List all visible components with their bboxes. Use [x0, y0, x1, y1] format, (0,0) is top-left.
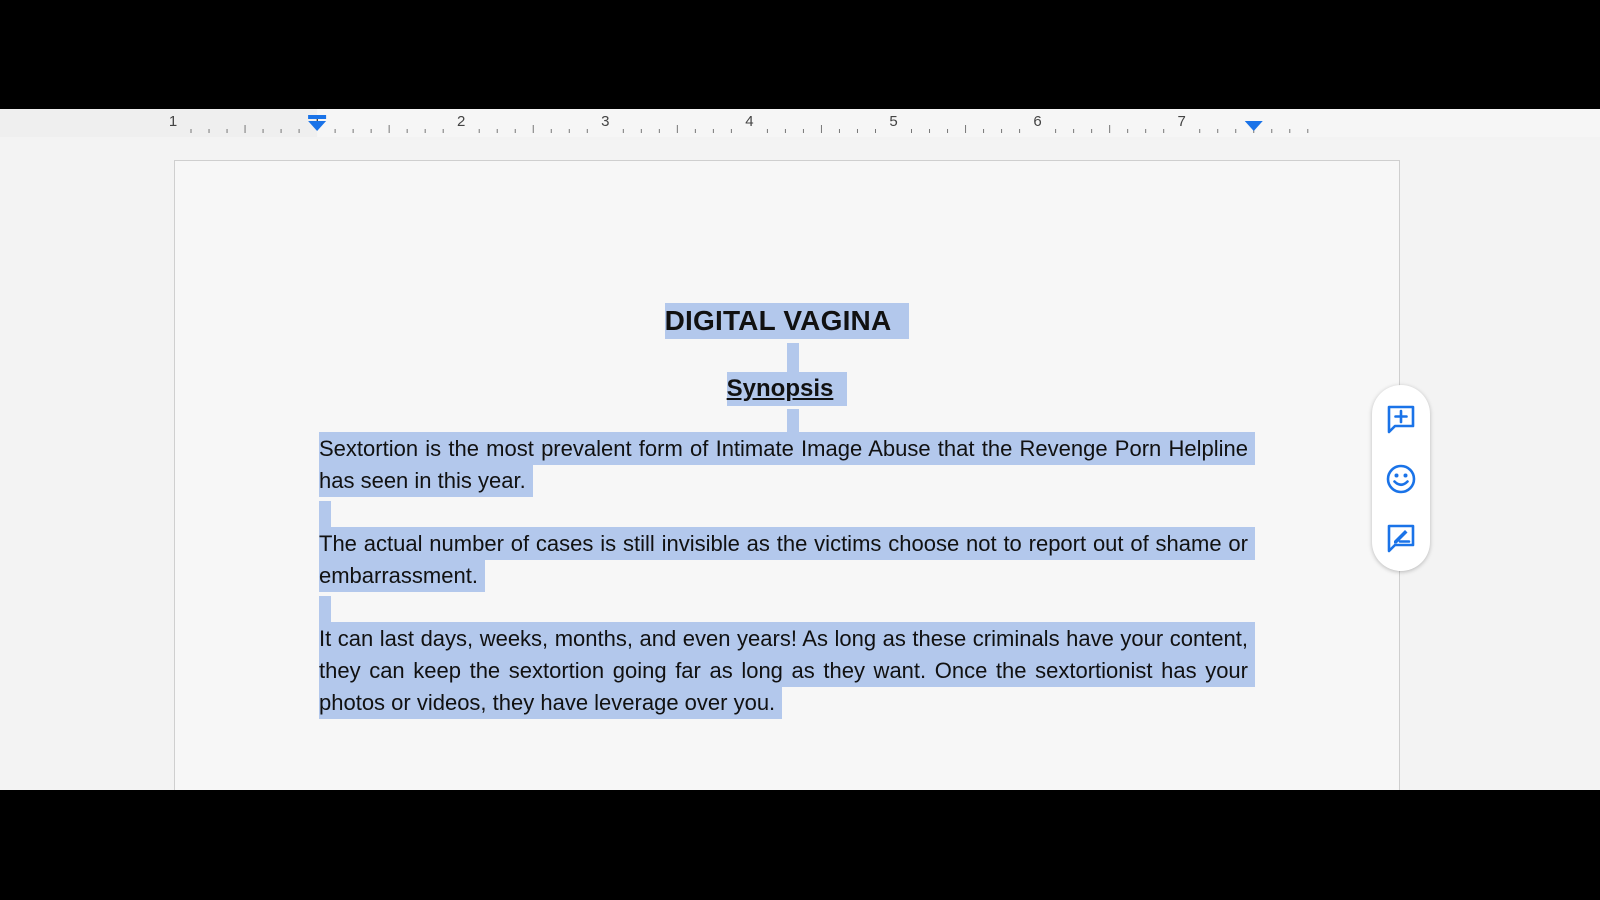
paragraph-3-text: It can last days, weeks, months, and eve… [319, 622, 1255, 719]
floating-action-toolbar [1372, 385, 1430, 571]
ruler-number: 2 [457, 113, 465, 130]
suggest-edit-icon [1387, 524, 1415, 553]
ruler-left-margin [0, 109, 318, 137]
emoji-reaction-icon [1386, 464, 1416, 494]
ruler-number: 7 [1178, 113, 1186, 130]
selection-connector [787, 343, 799, 375]
ruler-number: 3 [601, 113, 609, 130]
emoji-reaction-button[interactable] [1384, 462, 1418, 496]
document-title-text: DIGITAL VAGINA [664, 303, 910, 339]
paragraph-1[interactable]: Sextortion is the most prevalent form of… [319, 432, 1255, 497]
paragraph-3[interactable]: It can last days, weeks, months, and eve… [319, 622, 1255, 719]
right-indent-marker [1244, 121, 1263, 131]
ruler-number: 5 [889, 113, 897, 130]
horizontal-ruler[interactable]: 11234567 [0, 109, 1600, 138]
suggest-edit-button[interactable] [1384, 521, 1418, 555]
document-page[interactable]: DIGITAL VAGINA Synopsis Sextortion is th… [174, 160, 1400, 790]
document-subtitle-text: Synopsis [726, 372, 848, 406]
document-canvas[interactable]: DIGITAL VAGINA Synopsis Sextortion is th… [0, 137, 1600, 790]
document-subtitle[interactable]: Synopsis [175, 372, 1399, 406]
paragraph-2-text: The actual number of cases is still invi… [319, 527, 1255, 592]
letterbox-top [0, 0, 1600, 109]
ruler-number: 4 [745, 113, 753, 130]
ruler-number: 6 [1033, 113, 1041, 130]
add-comment-icon [1387, 405, 1415, 434]
ruler-ticks: 11234567 [0, 109, 1309, 137]
document-title[interactable]: DIGITAL VAGINA [175, 303, 1399, 339]
ruler-number: 1 [169, 113, 177, 130]
paragraph-1-text: Sextortion is the most prevalent form of… [319, 432, 1255, 497]
add-comment-button[interactable] [1384, 402, 1418, 436]
paragraph-2[interactable]: The actual number of cases is still invi… [319, 527, 1255, 592]
docs-editor: 11234567 DIGITAL VAGINA Synopsis Sextort… [0, 109, 1600, 790]
letterbox-bottom [0, 790, 1600, 900]
